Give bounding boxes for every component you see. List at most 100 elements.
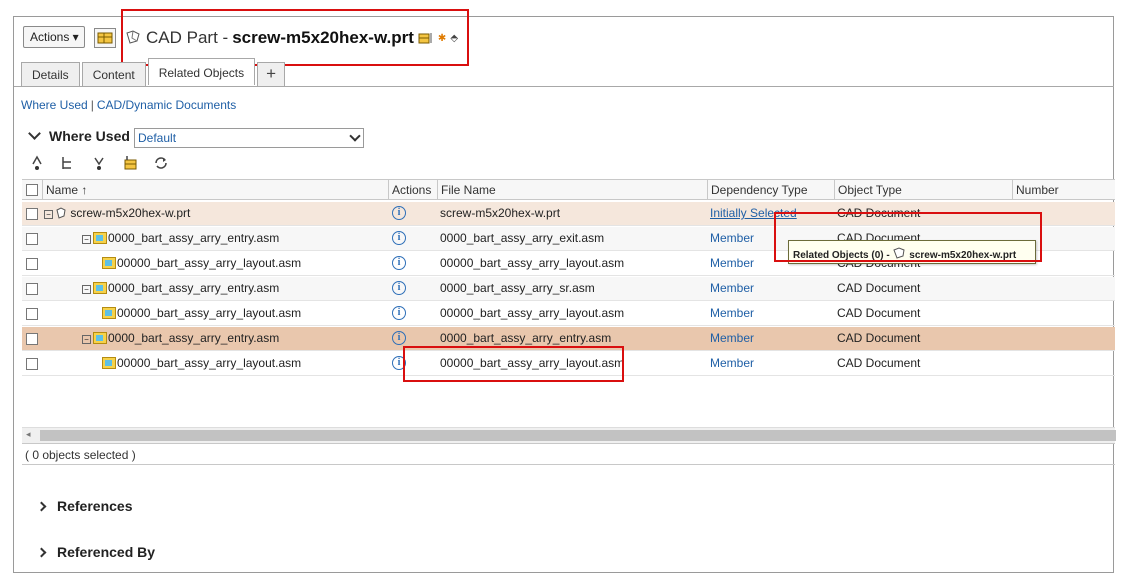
scroll-left-icon[interactable]: ◂ [26,429,31,440]
link-separator: | [90,98,94,112]
object-type-cell: CAD Document [837,281,921,295]
info-icon[interactable]: i [392,331,406,345]
name-cell[interactable]: − 0000_bart_assy_arry_entry.asm [82,281,279,295]
row-name: 00000_bart_assy_arry_layout.asm [117,256,302,270]
row-checkbox[interactable] [26,358,38,370]
column-dependency-type[interactable]: Dependency Type [707,180,834,200]
structure-view-icon[interactable] [121,154,139,172]
app-frame: Actions ▾ CAD Part - screw-m5x20hex-w.pr… [13,9,1116,573]
object-type-cell: CAD Document [837,306,921,320]
info-icon[interactable]: i [392,306,406,320]
name-cell[interactable]: − 0000_bart_assy_arry_entry.asm [82,231,279,245]
tree-expand-icon[interactable] [59,154,77,172]
row-checkbox[interactable] [26,283,38,295]
expand-up-icon[interactable] [28,154,46,172]
info-icon[interactable]: i [392,256,406,270]
where-used-header[interactable]: Where Used [28,127,130,144]
name-cell[interactable]: 00000_bart_assy_arry_layout.asm [102,356,301,370]
cad-part-icon [56,207,66,219]
tab-related-objects[interactable]: Related Objects [147,58,256,85]
table-row[interactable]: 00000_bart_assy_arry_layout.asm i 00000_… [22,302,1115,326]
dependency-link[interactable]: Member [710,231,754,245]
file-name-cell: 0000_bart_assy_arry_entry.asm [440,331,612,345]
view-select[interactable]: Default [134,128,364,148]
chevron-down-icon [28,127,41,140]
info-icon[interactable]: i [392,231,406,245]
where-used-link[interactable]: Where Used [21,98,88,112]
file-name-cell: 00000_bart_assy_arry_layout.asm [440,306,625,320]
column-name[interactable]: Name ↑ [42,180,388,200]
assembly-icon [102,307,116,319]
row-name: 00000_bart_assy_arry_layout.asm [117,356,302,370]
chevron-right-icon [36,547,47,557]
tree-collapse-icon[interactable]: − [82,285,91,294]
row-name: 0000_bart_assy_arry_entry.asm [108,281,280,295]
column-object-type[interactable]: Object Type [834,180,1012,200]
referenced-by-section[interactable]: Referenced By [34,544,155,560]
dependency-link[interactable]: Member [710,306,754,320]
references-section[interactable]: References [34,498,133,514]
horizontal-scrollbar[interactable]: ◂ [22,427,1116,443]
file-name-red-outline [403,346,624,382]
scroll-thumb[interactable] [40,430,1116,441]
referenced-by-title: Referenced By [57,544,156,560]
expand-down-icon[interactable] [90,154,108,172]
object-type-cell: CAD Document [837,356,921,370]
actions-button[interactable]: Actions ▾ [23,26,85,48]
info-icon[interactable]: i [392,206,406,220]
tree-collapse-icon[interactable]: − [82,235,91,244]
cad-documents-link[interactable]: CAD/Dynamic Documents [97,98,236,112]
row-name: 0000_bart_assy_arry_entry.asm [108,231,280,245]
dependency-link[interactable]: Member [710,356,754,370]
table-view-button[interactable] [94,28,116,48]
file-name-cell: screw-m5x20hex-w.prt [440,206,561,220]
dependency-link[interactable]: Member [710,256,754,270]
tooltip-red-outline [774,212,1042,262]
file-name-cell: 0000_bart_assy_arry_exit.asm [440,231,605,245]
row-checkbox[interactable] [26,208,38,220]
row-checkbox[interactable] [26,258,38,270]
file-name-cell: 00000_bart_assy_arry_layout.asm [440,256,625,270]
row-name: screw-m5x20hex-w.prt [70,206,191,220]
column-file-name[interactable]: File Name [437,180,707,200]
tab-bar: Details Content Related Objects + [21,58,287,87]
assembly-icon [102,357,116,369]
name-cell[interactable]: 00000_bart_assy_arry_layout.asm [102,256,301,270]
table-row[interactable]: − 0000_bart_assy_arry_entry.asm i 0000_ba… [22,277,1115,301]
where-used-title: Where Used [49,128,130,144]
name-cell[interactable]: 00000_bart_assy_arry_layout.asm [102,306,301,320]
related-links: Where Used | CAD/Dynamic Documents [21,98,236,112]
dropdown-arrow-icon [349,130,361,142]
select-all-checkbox[interactable] [26,184,38,196]
assembly-icon [102,257,116,269]
tab-add[interactable]: + [257,62,286,87]
object-type-cell: CAD Document [837,331,921,345]
chevron-right-icon [36,501,47,511]
column-actions[interactable]: Actions [388,180,437,200]
row-checkbox[interactable] [26,333,38,345]
dependency-link[interactable]: Member [710,281,754,295]
tab-content[interactable]: Content [81,62,146,87]
name-cell[interactable]: − screw-m5x20hex-w.prt [44,206,190,220]
assembly-icon [93,332,107,344]
row-checkbox[interactable] [26,233,38,245]
grid-toolbar [28,154,170,172]
column-number[interactable]: Number [1012,180,1115,200]
tab-divider [14,86,1114,87]
grid-header: Name ↑ Actions File Name Dependency Type… [22,179,1115,200]
tree-collapse-icon[interactable]: − [82,335,91,344]
assembly-icon [93,282,107,294]
dependency-link[interactable]: Member [710,331,754,345]
file-name-cell: 0000_bart_assy_arry_sr.asm [440,281,595,295]
tree-collapse-icon[interactable]: − [44,210,53,219]
name-cell[interactable]: − 0000_bart_assy_arry_entry.asm [82,331,279,345]
row-checkbox[interactable] [26,308,38,320]
table-view-icon [97,32,113,44]
assembly-icon [93,232,107,244]
selection-status: ( 0 objects selected ) [22,443,1115,465]
row-name: 00000_bart_assy_arry_layout.asm [117,306,302,320]
tab-details[interactable]: Details [21,62,80,87]
references-title: References [57,498,133,514]
info-icon[interactable]: i [392,281,406,295]
refresh-icon[interactable] [152,154,170,172]
